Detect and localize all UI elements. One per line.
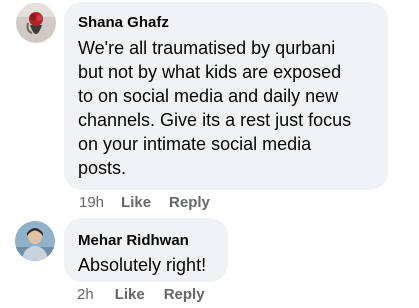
comment-text-line: We're all traumatised by qurbani bbox=[78, 38, 336, 58]
comment-text-line: Absolutely right! bbox=[78, 255, 207, 275]
comment-bubble: Shana Ghafz We're all traumatised by qur… bbox=[64, 2, 388, 190]
comment-author[interactable]: Mehar Ridhwan bbox=[78, 232, 214, 250]
comment-mehar-ridhwan: Mehar Ridhwan Absolutely right! 2h Like … bbox=[0, 215, 419, 308]
like-button[interactable]: Like bbox=[121, 194, 151, 211]
comment-text-line: but not by what kids are exposed bbox=[78, 62, 342, 82]
comment-text-line: to on social media and daily new bbox=[78, 86, 339, 106]
comment-text: We're all traumatised by qurbani but not… bbox=[78, 36, 374, 180]
person-photo-icon bbox=[15, 221, 55, 261]
timestamp[interactable]: 2h bbox=[77, 286, 94, 303]
timestamp[interactable]: 19h bbox=[79, 194, 104, 211]
avatar[interactable] bbox=[16, 3, 56, 43]
comment-text-line: posts. bbox=[78, 158, 127, 178]
comment-actions: 2h Like Reply bbox=[77, 285, 205, 303]
comment-actions: 19h Like Reply bbox=[79, 193, 210, 211]
reply-button[interactable]: Reply bbox=[169, 194, 210, 211]
comment-shana-ghafz: Shana Ghafz We're all traumatised by qur… bbox=[0, 0, 419, 215]
comment-text: Absolutely right! bbox=[78, 253, 214, 277]
comment-text-line: on your intimate social media bbox=[78, 134, 312, 154]
avatar[interactable] bbox=[15, 221, 55, 261]
comment-bubble: Mehar Ridhwan Absolutely right! bbox=[64, 218, 228, 282]
comment-author[interactable]: Shana Ghafz bbox=[78, 14, 374, 32]
like-button[interactable]: Like bbox=[115, 286, 145, 303]
reply-button[interactable]: Reply bbox=[164, 286, 205, 303]
comment-text-line: channels. Give its a rest just focus bbox=[78, 110, 352, 130]
rose-photo-icon bbox=[16, 3, 56, 43]
